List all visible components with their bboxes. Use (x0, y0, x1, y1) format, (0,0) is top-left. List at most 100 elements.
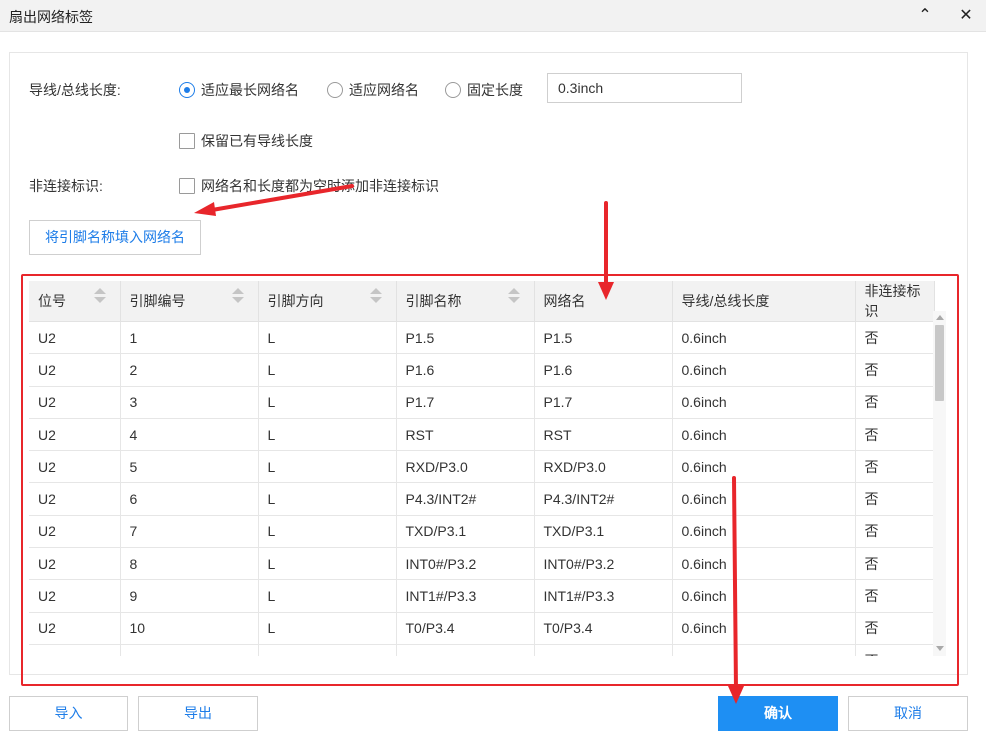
table-cell[interactable]: 7 (120, 515, 259, 549)
table-row[interactable]: U2 5 L RXD/P3.0 RXD/P3.0 0.6inch 否 (29, 450, 935, 484)
table-cell[interactable]: P1.6 (396, 353, 535, 387)
table-cell[interactable]: T0/P3.4 (534, 612, 673, 645)
sort-icon[interactable] (93, 288, 106, 304)
table-cell[interactable]: U2 (29, 353, 121, 387)
radio-fit-net-name[interactable]: 适应网络名 (327, 80, 419, 100)
table-row[interactable]: U211LT1/P3.5T1/P3.50.6inch否 (29, 644, 935, 656)
table-cell[interactable]: RST (534, 418, 673, 452)
table-cell[interactable]: 0.6inch (672, 482, 856, 516)
import-button[interactable]: 导入 (9, 696, 128, 731)
nc-checkbox[interactable]: 网络名和长度都为空时添加非连接标识 (179, 176, 439, 196)
column-header-pin-name[interactable]: 引脚名称 (396, 281, 535, 322)
table-cell[interactable]: 0.6inch (672, 386, 856, 419)
table-cell[interactable]: U2 (29, 644, 121, 656)
table-cell[interactable]: U2 (29, 612, 121, 645)
radio-fit-longest-net[interactable]: 适应最长网络名 (179, 80, 299, 100)
table-cell[interactable]: 5 (120, 450, 259, 484)
table-cell[interactable]: TXD/P3.1 (534, 515, 673, 549)
table-row[interactable]: U2 4 L RST RST 0.6inch 否 (29, 418, 935, 452)
table-cell[interactable]: L (258, 386, 397, 419)
table-cell[interactable]: 否 (855, 482, 935, 516)
table-cell[interactable]: T0/P3.4 (396, 612, 535, 645)
table-cell[interactable]: RXD/P3.0 (396, 450, 535, 484)
scroll-down-icon[interactable] (936, 646, 944, 651)
table-cell[interactable]: L (258, 418, 397, 452)
table-cell[interactable]: 否 (855, 321, 935, 355)
table-cell[interactable]: U2 (29, 547, 121, 581)
table-cell[interactable]: 2 (120, 353, 259, 387)
table-cell[interactable]: 否 (855, 450, 935, 484)
table-row[interactable]: U2 10 L T0/P3.4 T0/P3.4 0.6inch 否 (29, 612, 935, 645)
scroll-up-icon[interactable] (936, 315, 944, 320)
confirm-button[interactable]: 确认 (718, 696, 838, 731)
table-cell[interactable]: U2 (29, 482, 121, 516)
table-cell[interactable]: 0.6inch (672, 579, 856, 613)
table-cell[interactable]: P4.3/INT2# (534, 482, 673, 516)
table-cell[interactable]: 8 (120, 547, 259, 581)
sort-icon[interactable] (231, 288, 244, 304)
table-cell[interactable]: U2 (29, 386, 121, 419)
column-header-net-name[interactable]: 网络名 (534, 281, 673, 322)
table-scrollbar[interactable] (933, 311, 946, 656)
table-row[interactable]: U2 8 L INT0#/P3.2 INT0#/P3.2 0.6inch 否 (29, 547, 935, 581)
table-cell[interactable]: T1/P3.5 (534, 644, 673, 656)
fixed-length-input[interactable] (547, 73, 742, 103)
table-cell[interactable]: 3 (120, 386, 259, 419)
table-cell[interactable]: INT1#/P3.3 (396, 579, 535, 613)
table-cell[interactable]: 0.6inch (672, 353, 856, 387)
table-cell[interactable]: 4 (120, 418, 259, 452)
table-row[interactable]: U2 1 L P1.5 P1.5 0.6inch 否 (29, 321, 935, 355)
table-cell[interactable]: RXD/P3.0 (534, 450, 673, 484)
table-cell[interactable]: INT0#/P3.2 (534, 547, 673, 581)
scroll-thumb[interactable] (935, 325, 944, 401)
table-cell[interactable]: P4.3/INT2# (396, 482, 535, 516)
column-header-pin-number[interactable]: 引脚编号 (120, 281, 259, 322)
table-cell[interactable]: L (258, 353, 397, 387)
column-header-nc-flag[interactable]: 非连接标识 (855, 281, 935, 322)
table-cell[interactable]: U2 (29, 450, 121, 484)
table-cell[interactable]: L (258, 321, 397, 355)
column-header-ref[interactable]: 位号 (29, 281, 121, 322)
table-cell[interactable]: L (258, 482, 397, 516)
table-cell[interactable]: 10 (120, 612, 259, 645)
table-cell[interactable]: 否 (855, 579, 935, 613)
table-cell[interactable]: 0.6inch (672, 644, 856, 656)
table-cell[interactable]: RST (396, 418, 535, 452)
table-cell[interactable]: 0.6inch (672, 515, 856, 549)
close-icon[interactable]: ✕ (956, 6, 976, 26)
table-row[interactable]: U2 2 L P1.6 P1.6 0.6inch 否 (29, 353, 935, 387)
table-cell[interactable]: P1.5 (534, 321, 673, 355)
table-cell[interactable]: 0.6inch (672, 418, 856, 452)
table-cell[interactable]: 0.6inch (672, 612, 856, 645)
table-cell[interactable]: L (258, 515, 397, 549)
table-cell[interactable]: 否 (855, 644, 935, 656)
table-cell[interactable]: T1/P3.5 (396, 644, 535, 656)
table-cell[interactable]: INT0#/P3.2 (396, 547, 535, 581)
table-cell[interactable]: 1 (120, 321, 259, 355)
table-cell[interactable]: 6 (120, 482, 259, 516)
table-cell[interactable]: 0.6inch (672, 321, 856, 355)
table-cell[interactable]: L (258, 612, 397, 645)
export-button[interactable]: 导出 (138, 696, 258, 731)
table-cell[interactable]: 11 (120, 644, 259, 656)
keep-length-checkbox[interactable]: 保留已有导线长度 (179, 131, 313, 151)
table-cell[interactable]: L (258, 450, 397, 484)
sort-icon[interactable] (369, 288, 382, 304)
table-cell[interactable]: 否 (855, 386, 935, 419)
table-cell[interactable]: U2 (29, 321, 121, 355)
table-cell[interactable]: 否 (855, 612, 935, 645)
table-cell[interactable]: U2 (29, 418, 121, 452)
column-header-wire-length[interactable]: 导线/总线长度 (672, 281, 856, 322)
table-cell[interactable]: 9 (120, 579, 259, 613)
table-cell[interactable]: L (258, 579, 397, 613)
table-row[interactable]: U2 9 L INT1#/P3.3 INT1#/P3.3 0.6inch 否 (29, 579, 935, 613)
table-cell[interactable]: 否 (855, 547, 935, 581)
table-cell[interactable]: INT1#/P3.3 (534, 579, 673, 613)
table-cell[interactable]: 否 (855, 353, 935, 387)
table-cell[interactable]: 0.6inch (672, 547, 856, 581)
table-cell[interactable]: P1.7 (534, 386, 673, 419)
sort-icon[interactable] (507, 288, 520, 304)
table-row[interactable]: U2 7 L TXD/P3.1 TXD/P3.1 0.6inch 否 (29, 515, 935, 549)
table-cell[interactable]: P1.7 (396, 386, 535, 419)
table-row[interactable]: U2 3 L P1.7 P1.7 0.6inch 否 (29, 386, 935, 419)
